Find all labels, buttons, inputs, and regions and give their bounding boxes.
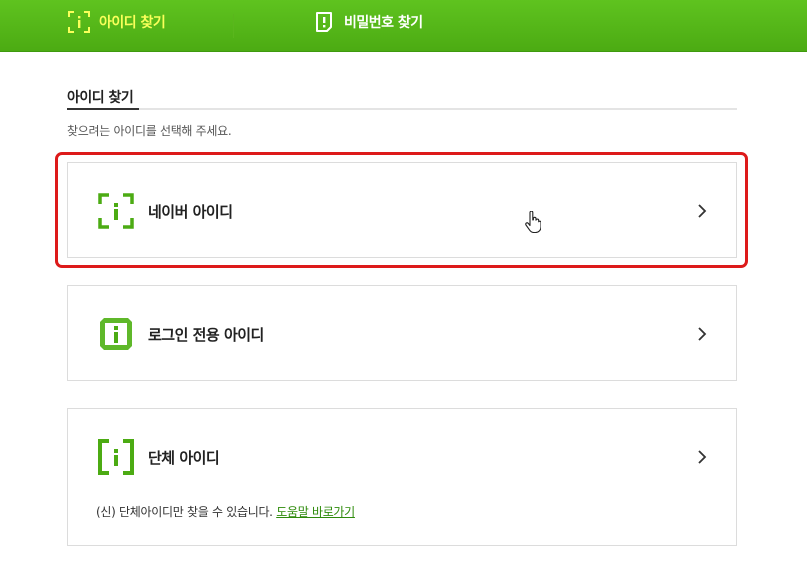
hand-cursor-icon <box>525 210 542 237</box>
option-login-only-id[interactable]: 로그인 전용 아이디 <box>67 285 737 381</box>
help-link[interactable]: 도움말 바로가기 <box>276 505 355 519</box>
section-description: 찾으려는 아이디를 선택해 주세요. <box>67 124 232 138</box>
top-tab-bar: 아이디 찾기 비밀번호 찾기 <box>0 0 807 52</box>
group-id-note: (신) 단체아이디만 찾을 수 있습니다. 도움말 바로가기 <box>96 503 355 520</box>
login-only-id-icon <box>98 316 134 356</box>
warning-lock-icon <box>312 10 336 34</box>
tab-divider <box>233 14 234 38</box>
chevron-right-icon <box>696 449 708 469</box>
section-title: 아이디 찾기 <box>67 90 134 106</box>
tab-find-id[interactable]: 아이디 찾기 <box>67 0 166 44</box>
group-id-icon <box>98 439 134 479</box>
option-group-id[interactable]: 단체 아이디 (신) 단체아이디만 찾을 수 있습니다. 도움말 바로가기 <box>67 408 737 546</box>
selection-highlight <box>55 152 748 268</box>
option-label: 로그인 전용 아이디 <box>148 326 264 344</box>
note-text: (신) 단체아이디만 찾을 수 있습니다. <box>96 505 273 519</box>
tab-find-password[interactable]: 비밀번호 찾기 <box>312 0 423 44</box>
title-underline <box>67 108 737 110</box>
tab-label: 아이디 찾기 <box>99 15 166 31</box>
tab-label: 비밀번호 찾기 <box>344 15 423 31</box>
option-label: 단체 아이디 <box>148 449 220 467</box>
id-scan-icon <box>67 10 91 34</box>
chevron-right-icon <box>696 326 708 346</box>
